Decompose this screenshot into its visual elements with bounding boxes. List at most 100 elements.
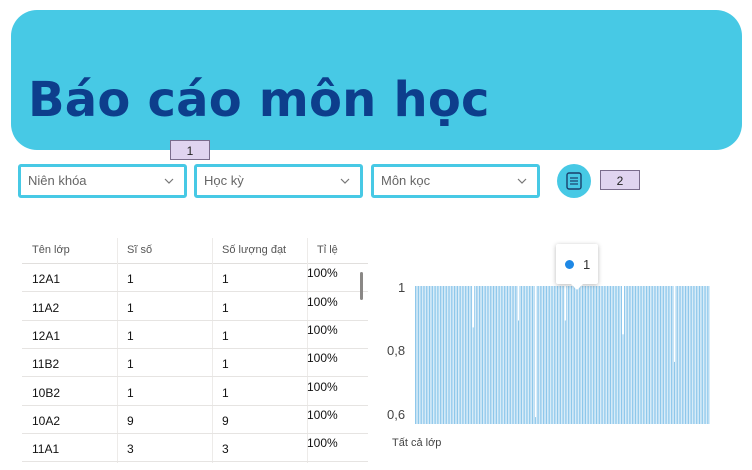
chart-bar[interactable] [619,286,621,424]
chart-bar[interactable] [533,286,535,424]
chart-bar[interactable] [485,286,487,424]
chart-bar[interactable] [638,286,640,424]
table-row[interactable]: 11B2 1 1 100% [22,348,368,377]
chart-bar[interactable] [546,286,547,424]
chart-bar[interactable] [483,286,485,424]
chart-bar[interactable] [421,286,423,424]
chart-bar[interactable] [702,286,704,424]
chart-bar[interactable] [541,286,543,424]
table-row[interactable]: 12A1 1 1 100% [22,263,368,292]
chart-bar[interactable] [635,286,636,424]
chart-bar[interactable] [429,286,430,424]
chart-bar[interactable] [499,286,501,424]
chart-bar[interactable] [452,286,454,424]
chart-bar[interactable] [494,286,496,424]
chart-bar[interactable] [677,286,679,424]
chart-bar[interactable] [422,286,424,424]
chart-bar[interactable] [658,286,660,424]
chart-bar[interactable] [597,286,599,424]
chart-bar[interactable] [583,286,585,424]
chart-bar[interactable] [678,286,680,424]
chart-bar[interactable] [605,286,607,424]
chart-bar[interactable] [510,286,512,424]
column-header[interactable]: Tên lớp [32,244,70,256]
chart-bar[interactable] [655,286,657,424]
chart-bar[interactable] [478,286,480,424]
table-scrollbar[interactable] [360,272,363,300]
chart-bar[interactable] [647,286,649,424]
chart-bar[interactable] [468,286,469,424]
chart-bar[interactable] [564,320,566,425]
chart-bar[interactable] [589,286,591,424]
chart-bar[interactable] [670,286,672,424]
slicer-nien-khoa[interactable]: Niên khóa [18,164,187,198]
chart-bar[interactable] [569,286,571,424]
chart-bar[interactable] [631,286,633,424]
chart-bar[interactable] [574,286,576,424]
chart-bar[interactable] [552,286,554,424]
chart-bar[interactable] [628,286,630,424]
chart-bar[interactable] [667,286,669,424]
chart-bar[interactable] [608,286,610,424]
chart-bar[interactable] [425,286,427,424]
chart-bar[interactable] [603,286,605,424]
chart-bar[interactable] [475,286,477,424]
chart-bar[interactable] [666,286,668,424]
chart-bar[interactable] [578,286,580,424]
chart-bar[interactable] [567,286,569,424]
chart-bar[interactable] [471,286,473,424]
chart-bar[interactable] [438,286,440,424]
chart-bar[interactable] [527,286,529,424]
chart-bar[interactable] [602,286,604,424]
column-header[interactable]: Số lượng đạt [222,244,286,256]
chart-bar[interactable] [500,286,502,424]
chart-bar[interactable] [489,286,491,424]
table-row[interactable]: 12A1 1 1 100% [22,320,368,349]
chart-bar[interactable] [544,286,546,424]
chart-bar[interactable] [674,361,675,424]
chart-bar[interactable] [530,286,532,424]
chart-bar[interactable] [439,286,441,424]
chart-bar[interactable] [464,286,466,424]
chart-bar[interactable] [441,286,443,424]
chart-bar[interactable] [683,286,685,424]
chart-bar[interactable] [449,286,451,424]
chart-bar[interactable] [435,286,437,424]
chart-bar[interactable] [614,286,616,424]
chart-bar[interactable] [461,286,463,424]
chart-bar[interactable] [508,286,510,424]
chart-bar[interactable] [606,286,608,424]
chart-bar[interactable] [521,286,522,424]
chart-bar[interactable] [708,286,710,424]
chart-bar[interactable] [477,286,479,424]
chart-bar[interactable] [418,286,419,424]
chart-bar[interactable] [699,286,700,424]
chart-bar[interactable] [700,286,702,424]
chart-bar[interactable] [649,286,650,424]
chart-bar[interactable] [653,286,655,424]
chart-bar[interactable] [641,286,643,424]
table-row[interactable]: 10B2 1 1 100% [22,377,368,406]
chart-bar[interactable] [591,286,593,424]
chart-bar[interactable] [472,327,474,424]
chart-bar[interactable] [539,286,541,424]
chart-bar[interactable] [557,286,558,424]
chart-bar[interactable] [644,286,646,424]
chart-bar[interactable] [528,286,530,424]
chart-bar[interactable] [466,286,468,424]
chart-bar[interactable] [547,286,549,424]
column-header[interactable]: Tỉ lệ [317,244,338,256]
chart-bar[interactable] [430,286,432,424]
chart-bar[interactable] [491,286,493,424]
chart-bar[interactable] [594,286,596,424]
chart-bar[interactable] [622,334,624,424]
chart-bar[interactable] [474,286,476,424]
chart-bar[interactable] [436,286,438,424]
chart-bar[interactable] [582,286,583,424]
chart-bar[interactable] [572,286,574,424]
chart-bar[interactable] [561,286,563,424]
chart-bar[interactable] [586,286,588,424]
chart-bar[interactable] [488,286,490,424]
chart-bar[interactable] [616,286,618,424]
chart-bar[interactable] [447,286,449,424]
